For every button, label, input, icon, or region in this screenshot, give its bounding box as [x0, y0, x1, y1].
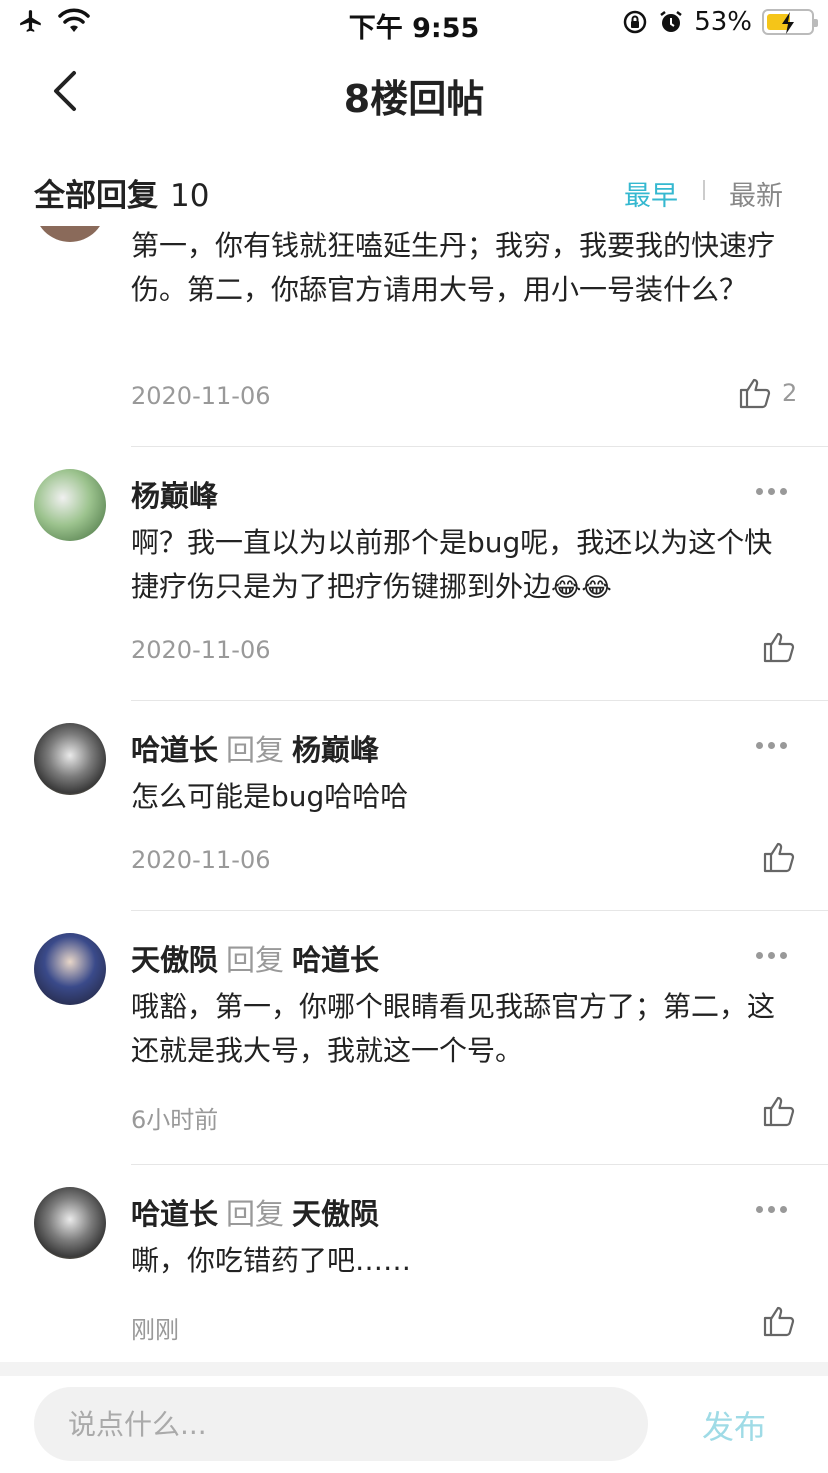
avatar[interactable] [34, 723, 106, 795]
more-dot [780, 1205, 787, 1213]
reply-date: 6小时前 [131, 1106, 219, 1134]
username[interactable]: 哈道长 [131, 1197, 218, 1231]
more-button[interactable] [756, 1203, 790, 1215]
reply-username: 杨巅峰 [131, 473, 218, 515]
thumbs-up-icon [763, 632, 795, 663]
thumbs-up-icon [763, 1306, 795, 1337]
like-button[interactable]: 2 [738, 376, 797, 410]
more-dot [768, 487, 775, 495]
reply-content: 怎么可能是bug哈哈哈 [131, 780, 409, 813]
reply-username: 哈道长 回复 天傲陨 [131, 1191, 379, 1233]
more-dot [780, 741, 787, 749]
reply-date: 2020-11-06 [131, 636, 271, 664]
username[interactable]: 杨巅峰 [131, 479, 218, 513]
replies-count: 10 [170, 178, 210, 214]
status-bar: 下午 9:55 53% [0, 0, 828, 46]
battery-percent: 53% [694, 7, 752, 37]
like-count: 2 [782, 379, 798, 407]
reply-word: 回复 [226, 943, 285, 977]
like-button[interactable] [762, 1304, 796, 1338]
more-dot [756, 741, 763, 749]
like-button[interactable] [762, 840, 796, 874]
reply-content: 嘶，你吃错药了吧…… [131, 1244, 412, 1277]
comment-bar: 发布 [0, 1376, 828, 1473]
avatar[interactable] [34, 469, 106, 541]
divider [131, 910, 828, 911]
divider [131, 1164, 828, 1165]
reply-content: 哦豁，第一，你哪个眼睛看见我舔官方了；第二，这还就是我大号，我就这一个号。 [131, 990, 776, 1067]
rotation-lock-icon [623, 10, 647, 34]
avatar[interactable] [34, 226, 106, 242]
more-dot [756, 487, 763, 495]
like-button[interactable] [762, 630, 796, 664]
reply-content: 第一，你有钱就狂嗑延生丹；我穷，我要我的快速疗伤。第二，你舔官方请用大号，用小一… [131, 229, 776, 306]
nav-bar: 8楼回帖 [0, 50, 828, 136]
thumbs-up-icon [763, 842, 795, 873]
thumbs-up-icon [739, 378, 771, 409]
laughing-emoji: 😂😂 [551, 573, 612, 603]
publish-button[interactable]: 发布 [702, 1402, 766, 1448]
reply-date: 2020-11-06 [131, 846, 271, 874]
reply-date: 2020-11-06 [131, 382, 271, 410]
reply-to-username[interactable]: 杨巅峰 [292, 733, 379, 767]
reply-content: 啊？我一直以为以前那个是bug呢，我还以为这个快捷疗伤只是为了把疗伤键挪到外边😂… [131, 521, 797, 610]
divider [131, 446, 828, 447]
replies-header: 全部回复 10 最早 最新 [0, 150, 828, 230]
sort-divider [703, 180, 705, 200]
reply-date: 刚刚 [131, 1316, 179, 1344]
more-dot [768, 951, 775, 959]
replies-title: 全部回复 10 [34, 170, 209, 215]
more-dot [780, 487, 787, 495]
divider [131, 700, 828, 701]
reply-to-username[interactable]: 天傲陨 [292, 1197, 379, 1231]
reply-username: 天傲陨 回复 哈道长 [131, 937, 379, 979]
more-dot [768, 1205, 775, 1213]
reply-to-username[interactable]: 哈道长 [292, 943, 379, 977]
bottom-separator [0, 1362, 828, 1376]
avatar[interactable] [34, 933, 106, 1005]
more-button[interactable] [756, 949, 790, 961]
reply-list[interactable]: 第一，你有钱就狂嗑延生丹；我穷，我要我的快速疗伤。第二，你舔官方请用大号，用小一… [0, 226, 828, 1362]
more-dot [756, 1205, 763, 1213]
reply-username: 哈道长 回复 杨巅峰 [131, 727, 379, 769]
battery-icon [762, 9, 818, 35]
thumbs-up-icon [763, 1096, 795, 1127]
comment-input[interactable] [34, 1387, 648, 1461]
more-dot [756, 951, 763, 959]
replies-title-label: 全部回复 [34, 178, 158, 214]
reply-text: 啊？我一直以为以前那个是bug呢，我还以为这个快捷疗伤只是为了把疗伤键挪到外边 [131, 526, 773, 603]
reply-word: 回复 [226, 1197, 285, 1231]
more-dot [780, 951, 787, 959]
alarm-icon [660, 11, 682, 32]
avatar[interactable] [34, 1187, 106, 1259]
sort-earliest-button[interactable]: 最早 [624, 174, 678, 213]
like-button[interactable] [762, 1094, 796, 1128]
reply-word: 回复 [226, 733, 285, 767]
more-button[interactable] [756, 739, 790, 751]
username[interactable]: 哈道长 [131, 733, 218, 767]
more-dot [768, 741, 775, 749]
sort-latest-button[interactable]: 最新 [729, 174, 783, 213]
page-title: 8楼回帖 [343, 77, 485, 121]
more-button[interactable] [756, 485, 790, 497]
username[interactable]: 天傲陨 [131, 943, 218, 977]
